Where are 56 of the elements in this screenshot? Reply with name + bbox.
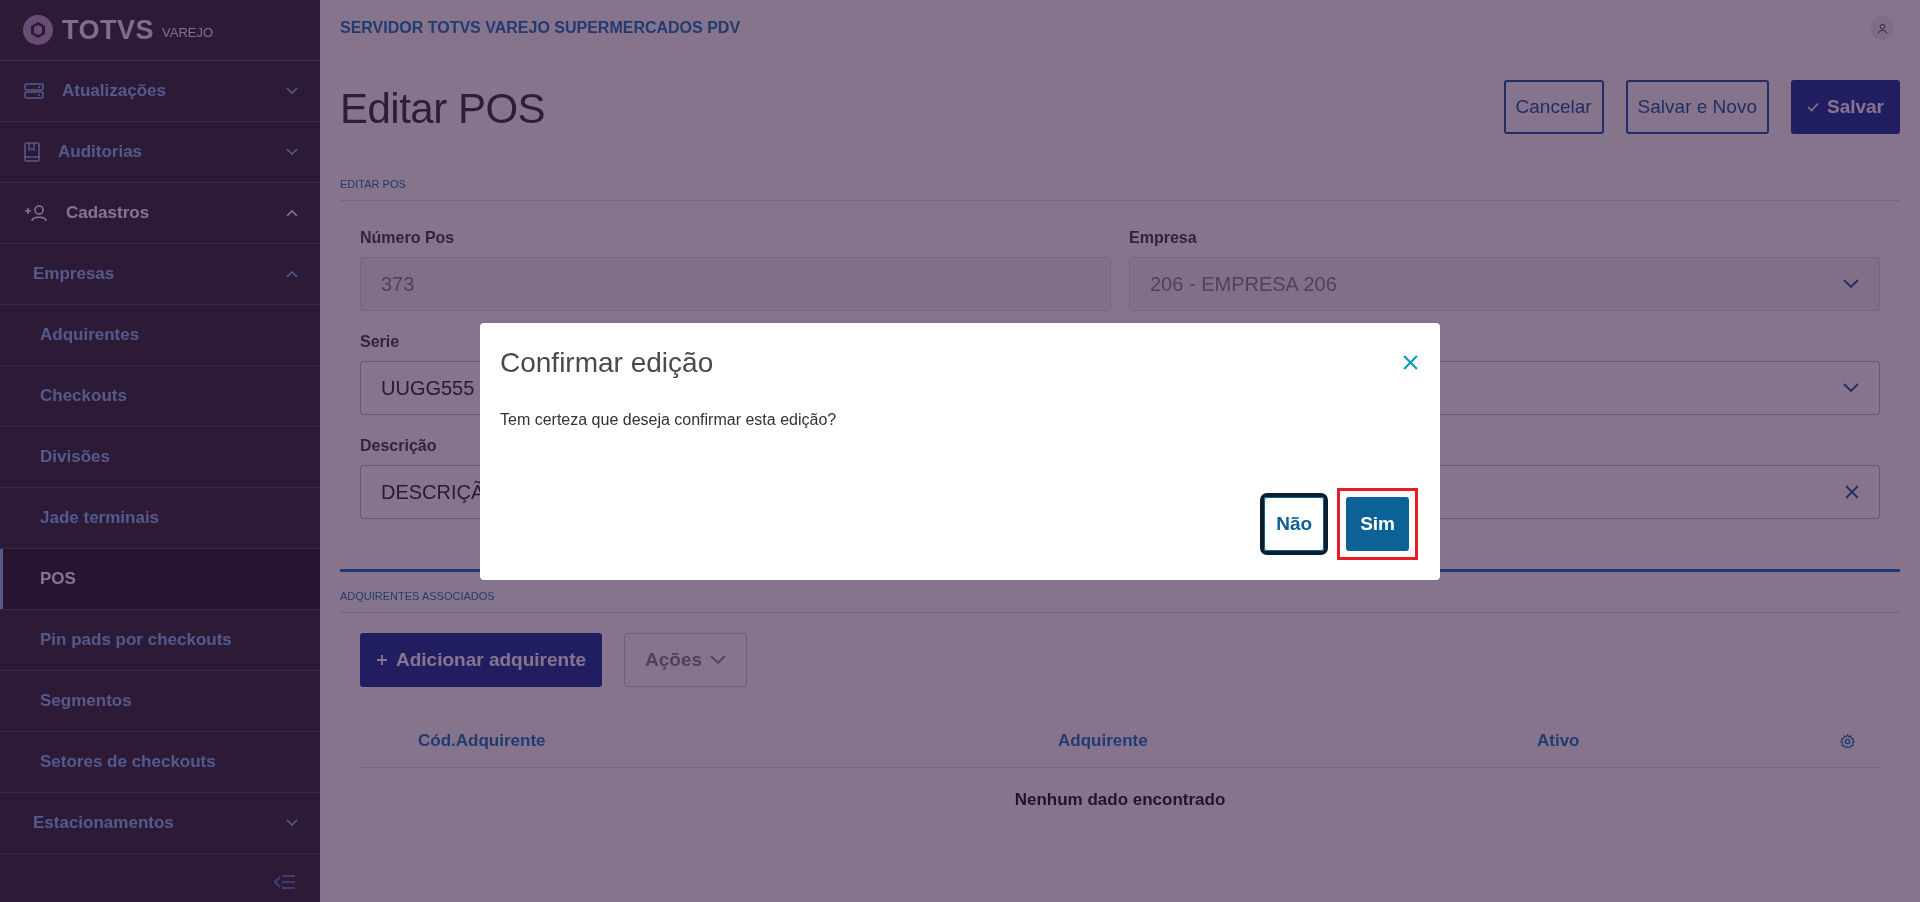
- action-button[interactable]: Salvar e Novo: [1625, 79, 1769, 134]
- chevron-down-icon: [286, 87, 298, 95]
- sidebar-item[interactable]: Atualizações: [0, 61, 320, 122]
- user-avatar-icon[interactable]: [1870, 16, 1894, 40]
- sidebar-item[interactable]: POS: [0, 549, 320, 610]
- settings-icon[interactable]: [1840, 733, 1855, 749]
- logo-icon: [22, 14, 54, 46]
- sidebar-item[interactable]: Empresas: [0, 244, 320, 305]
- field-label: Número Pos: [360, 229, 456, 248]
- sidebar-item[interactable]: Pin pads por checkouts: [0, 610, 320, 671]
- field-label: Descrição: [360, 437, 438, 456]
- sidebar-item-label: Auditorias: [58, 142, 144, 162]
- chevron-up-icon: [286, 270, 298, 278]
- brand-subtitle: VAREJO: [162, 24, 214, 40]
- chevron-down-icon: [1843, 279, 1859, 289]
- chevron-down-icon: [286, 148, 298, 156]
- dialog-button[interactable]: Sim: [1346, 496, 1409, 551]
- chevron-up-icon: [286, 209, 298, 217]
- plus-icon: [376, 654, 388, 666]
- sidebar-item[interactable]: Estacionamentos: [0, 793, 320, 854]
- action-button[interactable]: Cancelar: [1503, 79, 1604, 134]
- clear-icon[interactable]: [1845, 485, 1859, 499]
- sidebar-item[interactable]: Adquirentes: [0, 305, 320, 366]
- sidebar-item-label: Empresas: [33, 264, 116, 284]
- add-user-icon: [24, 204, 48, 222]
- check-icon: [1806, 101, 1819, 112]
- sidebar-item[interactable]: Divisões: [0, 427, 320, 488]
- dialog-message: Tem certeza que deseja confirmar esta edição?: [500, 410, 838, 429]
- chevron-down-icon: [286, 819, 298, 827]
- column-header[interactable]: Cód.Adquirente: [418, 731, 1058, 751]
- column-header[interactable]: Adquirente: [1058, 731, 1537, 751]
- sidebar-item[interactable]: Segmentos: [0, 671, 320, 732]
- column-header[interactable]: Ativo: [1537, 731, 1840, 751]
- chevron-down-icon: [710, 655, 727, 665]
- action-button[interactable]: Salvar: [1790, 79, 1900, 134]
- field-label: Empresa: [1129, 229, 1198, 248]
- sidebar-item[interactable]: Cadastros: [0, 183, 320, 244]
- close-icon[interactable]: [1403, 355, 1418, 370]
- add-button[interactable]: Adicionar adquirente: [360, 633, 603, 687]
- sidebar-item[interactable]: Setores de checkouts: [0, 732, 320, 793]
- chevron-down-icon: [1843, 383, 1859, 393]
- sidebar-item-label: Atualizações: [62, 81, 167, 101]
- sidebar-item-label: Estacionamentos: [33, 813, 175, 833]
- sidebar-item-label: Cadastros: [66, 203, 151, 223]
- dialog-title: Confirmar edição: [500, 346, 714, 379]
- sidebar-item[interactable]: Auditorias: [0, 122, 320, 183]
- brand-name: TOTVS: [62, 14, 155, 46]
- server-title: SERVIDOR TOTVS VAREJO SUPERMERCADOS PDV: [340, 19, 741, 37]
- sidebar-item[interactable]: Checkouts: [0, 366, 320, 427]
- server-icon: [24, 83, 44, 99]
- page-title: Editar POS: [340, 84, 546, 133]
- field-label: Serie: [360, 333, 401, 352]
- book-icon: [24, 142, 40, 162]
- section-title: EDITAR POS: [340, 161, 1900, 201]
- empty-message: Nenhum dado encontrado: [1013, 789, 1227, 810]
- collapse-menu-icon[interactable]: [274, 874, 296, 890]
